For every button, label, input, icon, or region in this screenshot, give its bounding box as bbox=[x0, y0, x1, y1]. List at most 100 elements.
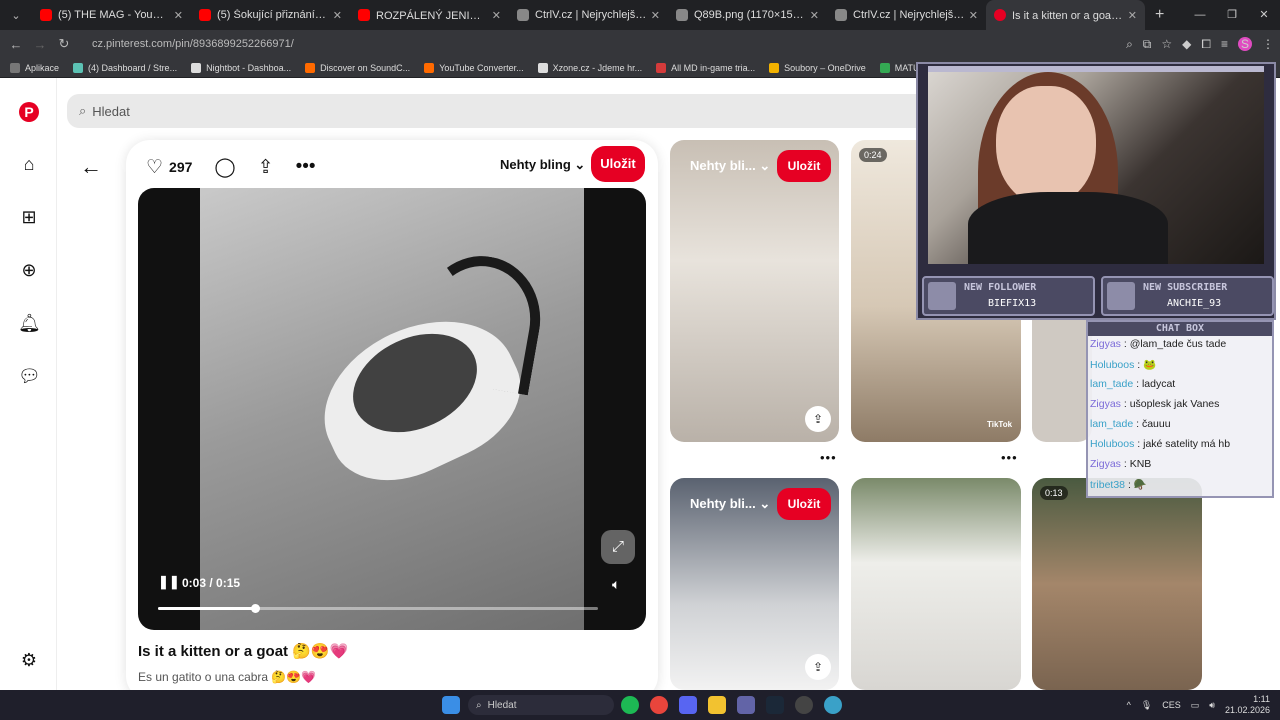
grid-save-button[interactable]: Uložit bbox=[777, 150, 831, 182]
more-options-icon[interactable]: ••• bbox=[296, 156, 316, 178]
ctrlv-icon[interactable] bbox=[824, 696, 842, 714]
notifications-icon[interactable]: 🔔︎ bbox=[18, 312, 41, 334]
settings-icon[interactable]: ⚙ bbox=[18, 649, 40, 671]
back-arrow-icon[interactable]: ← bbox=[80, 154, 102, 180]
fullscreen-icon[interactable]: ⤢ bbox=[601, 530, 635, 564]
address-bar: ← → ↻ cz.pinterest.com/pin/8936899252266… bbox=[0, 30, 1280, 58]
microphone-icon[interactable]: 🎙︎ bbox=[1141, 700, 1152, 711]
close-icon[interactable]: ✕ bbox=[492, 9, 501, 22]
browser-tab[interactable]: CtrlV.cz | Nejrychlejší ScreenSh ✕ bbox=[509, 0, 668, 30]
share-icon[interactable]: ⇪ bbox=[258, 156, 274, 179]
bookmark-star-icon[interactable]: ☆ bbox=[1161, 37, 1172, 51]
media-icon[interactable]: ≡ bbox=[1221, 37, 1228, 51]
alert-row: NEW FOLLOWER BIEFIX13 NEW SUBSCRIBER ANC… bbox=[922, 276, 1274, 316]
extension-icon[interactable]: ◆ bbox=[1182, 37, 1191, 51]
bookmark-item[interactable]: All MD in-game tria... bbox=[656, 62, 755, 73]
tab-title: Q89B.png (1170×1560) bbox=[694, 9, 806, 21]
chat-user: Zigyas bbox=[1090, 398, 1121, 410]
tray-chevron-icon[interactable]: ^ bbox=[1127, 700, 1131, 710]
browser-tab[interactable]: (5) THE MAG - YouTube ✕ bbox=[32, 0, 191, 30]
home-icon[interactable]: ⌂ bbox=[18, 153, 40, 175]
create-icon[interactable]: ⊕ bbox=[18, 259, 40, 281]
bookmark-item[interactable]: Aplikace bbox=[10, 62, 60, 73]
grid-board-selector[interactable]: Nehty bli... ⌄ bbox=[690, 496, 770, 512]
profile-avatar[interactable]: S bbox=[1238, 37, 1252, 51]
pinterest-logo[interactable]: P bbox=[19, 102, 39, 122]
grid-pin[interactable] bbox=[851, 478, 1021, 690]
close-icon[interactable]: ✕ bbox=[810, 9, 819, 22]
grid-save-button[interactable]: Uložit bbox=[777, 488, 831, 520]
steam-icon[interactable] bbox=[766, 696, 784, 714]
clock[interactable]: 1:11 21.02.2026 bbox=[1225, 694, 1270, 716]
bookmark-item[interactable]: Soubory – OneDrive bbox=[769, 62, 866, 73]
file-explorer-icon[interactable] bbox=[708, 696, 726, 714]
new-follower-alert: NEW FOLLOWER BIEFIX13 bbox=[922, 276, 1095, 316]
reload-icon[interactable]: ↻ bbox=[52, 36, 76, 52]
chrome-icon[interactable] bbox=[650, 696, 668, 714]
chat-user: lam_tade bbox=[1090, 418, 1134, 430]
video-player[interactable]: ❚❚ 0:03 / 0:15 ⤢ 🔈︎ bbox=[138, 188, 646, 630]
bookmark-label: Aplikace bbox=[25, 62, 60, 73]
teams-icon[interactable] bbox=[737, 696, 755, 714]
board-selector[interactable]: Nehty bling ⌄ bbox=[500, 157, 585, 173]
close-icon[interactable]: ✕ bbox=[651, 9, 660, 22]
bookmark-item[interactable]: Xzone.cz - Jdeme hr... bbox=[537, 62, 642, 73]
close-icon[interactable]: ✕ bbox=[333, 9, 342, 22]
heart-icon[interactable]: ♡ bbox=[146, 156, 163, 179]
bookmark-item[interactable]: (4) Dashboard / Stre... bbox=[73, 62, 177, 73]
speaker-icon[interactable]: 🔊︎ bbox=[1209, 700, 1215, 711]
volume-icon[interactable]: 🔈︎ bbox=[612, 576, 620, 593]
tab-search-icon[interactable]: ⌄ bbox=[0, 9, 32, 22]
taskbar-search[interactable]: ⌕ Hledat bbox=[468, 695, 614, 715]
grid-pin[interactable]: Nehty bli... ⌄ Uložit ⇪ bbox=[670, 140, 839, 442]
grid-pin[interactable]: Nehty bli... ⌄ Uložit ⇪ bbox=[670, 478, 839, 690]
save-button[interactable]: Uložit bbox=[591, 146, 645, 182]
pause-icon[interactable]: ❚❚ bbox=[158, 574, 180, 590]
close-window-icon[interactable]: ✕ bbox=[1248, 0, 1280, 30]
explore-icon[interactable]: ⊞ bbox=[18, 206, 40, 228]
browser-tab[interactable]: ROZPÁLENÝ JENIS 🤬 #tulipan ✕ bbox=[350, 0, 509, 30]
forward-icon[interactable]: → bbox=[28, 37, 52, 52]
chat-text: : KNB bbox=[1123, 458, 1152, 470]
puzzle-icon[interactable]: ⧠ bbox=[1201, 37, 1211, 52]
more-options-icon[interactable]: ••• bbox=[1001, 450, 1018, 465]
close-icon[interactable]: ✕ bbox=[174, 9, 183, 22]
bookmark-item[interactable]: YouTube Converter... bbox=[424, 62, 524, 73]
bookmark-item[interactable]: Nightbot - Dashboa... bbox=[191, 62, 291, 73]
video-progress-knob[interactable] bbox=[250, 604, 260, 613]
share-icon[interactable]: ⇪ bbox=[805, 406, 831, 432]
back-icon[interactable]: ← bbox=[4, 37, 28, 52]
messages-icon[interactable]: 💬︎ bbox=[18, 365, 41, 387]
tab-title: ROZPÁLENÝ JENIS 🤬 #tulipan bbox=[376, 9, 488, 22]
obs-icon[interactable] bbox=[795, 696, 813, 714]
close-icon[interactable]: ✕ bbox=[1128, 9, 1137, 22]
browser-tab[interactable]: CtrlV.cz | Nejrychlejší ScreenSh ✕ bbox=[827, 0, 986, 30]
more-options-icon[interactable]: ••• bbox=[820, 450, 837, 465]
browser-tab-active[interactable]: Is it a kitten or a goat 🤔😍💗 ✕ bbox=[986, 0, 1145, 30]
zoom-icon[interactable]: ⌕ bbox=[1126, 37, 1133, 52]
restore-icon[interactable]: ❐ bbox=[1216, 0, 1248, 30]
close-icon[interactable]: ✕ bbox=[969, 9, 978, 22]
bookmark-item[interactable]: Discover on SoundC... bbox=[305, 62, 410, 73]
search-bar[interactable]: ⌕ Hledat bbox=[67, 94, 967, 128]
language-indicator[interactable]: CES bbox=[1162, 700, 1181, 710]
video-duration-badge: 0:24 bbox=[859, 148, 887, 162]
network-icon[interactable]: ▭ bbox=[1191, 700, 1200, 711]
windows-start-icon[interactable] bbox=[442, 696, 460, 714]
url-field[interactable]: cz.pinterest.com/pin/8936899252266971/ bbox=[92, 38, 294, 50]
menu-icon[interactable]: ⋮ bbox=[1262, 37, 1274, 51]
discord-icon[interactable] bbox=[679, 696, 697, 714]
share-icon[interactable]: ⇪ bbox=[805, 654, 831, 680]
video-progress-bar[interactable] bbox=[158, 604, 598, 613]
minimize-icon[interactable]: — bbox=[1184, 0, 1216, 30]
browser-tab[interactable]: (5) Šokující přiznání, která změn ✕ bbox=[191, 0, 350, 30]
new-tab-button[interactable]: + bbox=[1155, 6, 1164, 24]
browser-tab[interactable]: Q89B.png (1170×1560) ✕ bbox=[668, 0, 827, 30]
youtube-icon bbox=[358, 9, 370, 21]
spotify-icon[interactable] bbox=[621, 696, 639, 714]
grid-board-selector[interactable]: Nehty bli... ⌄ bbox=[690, 158, 770, 174]
install-icon[interactable]: ⧉ bbox=[1143, 37, 1152, 52]
converter-icon bbox=[424, 62, 435, 73]
comment-icon[interactable]: ◯ bbox=[214, 156, 235, 179]
grid-pin[interactable]: 0:13 bbox=[1032, 478, 1202, 690]
